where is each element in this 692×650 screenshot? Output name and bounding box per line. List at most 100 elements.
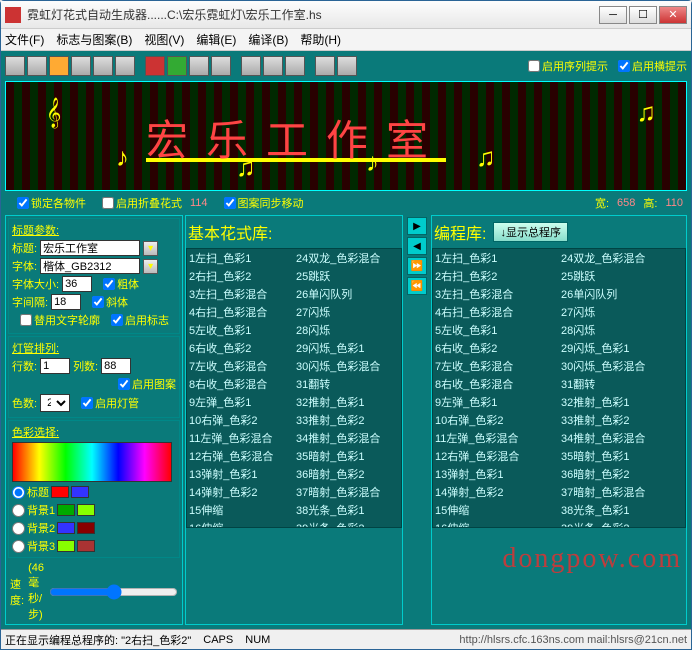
list-item[interactable]: 8右收_色彩混合 [187, 375, 294, 393]
list-item[interactable]: 14弹射_色彩2 [433, 483, 559, 501]
list-item[interactable]: 34推射_色彩混合 [294, 429, 401, 447]
tool-about[interactable] [285, 56, 305, 76]
list-item[interactable]: 5左收_色彩1 [187, 321, 294, 339]
list-item[interactable]: 33推射_色彩2 [294, 411, 401, 429]
check-outline[interactable]: 替用文字轮廓 [20, 312, 100, 328]
tool-pause[interactable] [189, 56, 209, 76]
fontsize-input[interactable] [62, 276, 92, 292]
list-item[interactable]: 35暗射_色彩1 [559, 447, 685, 465]
menu-item[interactable]: 帮助(H) [300, 31, 341, 48]
color-swatch[interactable] [71, 486, 89, 498]
nav-all-left[interactable]: ⏪ [407, 277, 427, 295]
title-input[interactable] [40, 240, 140, 256]
list-item[interactable]: 38光条_色彩1 [559, 501, 685, 519]
list-item[interactable]: 34推射_色彩混合 [559, 429, 685, 447]
list-item[interactable]: 27闪烁 [559, 303, 685, 321]
tool-6[interactable] [115, 56, 135, 76]
list-item[interactable]: 5左收_色彩1 [433, 321, 559, 339]
check-fold[interactable]: 启用折叠花式 [102, 195, 182, 211]
list-item[interactable]: 32推射_色彩1 [294, 393, 401, 411]
color-swatch[interactable] [57, 504, 75, 516]
color-radio[interactable] [12, 540, 25, 553]
list-item[interactable]: 35暗射_色彩1 [294, 447, 401, 465]
menu-item[interactable]: 编辑(E) [196, 31, 236, 48]
nav-all-right[interactable]: ⏩ [407, 257, 427, 275]
list-item[interactable]: 28闪烁 [294, 321, 401, 339]
tool-tools[interactable] [263, 56, 283, 76]
menu-item[interactable]: 标志与图案(B) [56, 31, 132, 48]
tool-save[interactable] [49, 56, 69, 76]
maximize-button[interactable]: ☐ [629, 6, 657, 24]
font-dropdown-icon[interactable]: ▾ [143, 259, 158, 274]
color-swatch[interactable] [57, 522, 75, 534]
tool-extra2[interactable] [337, 56, 357, 76]
color-swatch[interactable] [77, 522, 95, 534]
list-item[interactable]: 31翻转 [559, 375, 685, 393]
tool-play[interactable] [167, 56, 187, 76]
color-radio[interactable] [12, 522, 25, 535]
tool-5[interactable] [93, 56, 113, 76]
list-item[interactable]: 12右弹_色彩混合 [433, 447, 559, 465]
check-sync[interactable]: 图案同步移动 [224, 195, 304, 211]
color-count-select[interactable]: 2 [40, 394, 70, 412]
list-item[interactable]: 1左扫_色彩1 [187, 249, 294, 267]
list-item[interactable]: 2右扫_色彩2 [187, 267, 294, 285]
color-swatch[interactable] [57, 540, 75, 552]
list-item[interactable]: 29闪烁_色彩1 [559, 339, 685, 357]
list-item[interactable]: 6右收_色彩2 [187, 339, 294, 357]
list-item[interactable]: 30闪烁_色彩混合 [559, 357, 685, 375]
check-col-hint[interactable]: 启用序列提示 [528, 58, 608, 74]
tool-new[interactable] [5, 56, 25, 76]
tool-export[interactable] [71, 56, 91, 76]
color-radio[interactable] [12, 486, 25, 499]
color-swatch[interactable] [51, 486, 69, 498]
menu-item[interactable]: 文件(F) [5, 31, 44, 48]
list-item[interactable]: 7左收_色彩混合 [187, 357, 294, 375]
close-button[interactable]: ✕ [659, 6, 687, 24]
list-item[interactable]: 10右弹_色彩2 [433, 411, 559, 429]
color-radio[interactable] [12, 504, 25, 517]
list-item[interactable]: 1左扫_色彩1 [433, 249, 559, 267]
tool-extra1[interactable] [315, 56, 335, 76]
nav-left[interactable]: ◀ [407, 237, 427, 255]
list-item[interactable]: 33推射_色彩2 [559, 411, 685, 429]
tool-record[interactable] [145, 56, 165, 76]
list-item[interactable]: 4右扫_色彩混合 [433, 303, 559, 321]
list-item[interactable]: 11左弹_色彩混合 [433, 429, 559, 447]
color-swatch[interactable] [77, 540, 95, 552]
list-item[interactable]: 32推射_色彩1 [559, 393, 685, 411]
list-item[interactable]: 14弹射_色彩2 [187, 483, 294, 501]
list-item[interactable]: 26单闪队列 [559, 285, 685, 303]
list-item[interactable]: 24双龙_色彩混合 [294, 249, 401, 267]
list-item[interactable]: 39光条_色彩2 [294, 519, 401, 528]
list-item[interactable]: 8右收_色彩混合 [433, 375, 559, 393]
list-item[interactable]: 26单闪队列 [294, 285, 401, 303]
pattern-listbox[interactable]: 1左扫_色彩12右扫_色彩23左扫_色彩混合4右扫_色彩混合5左收_色彩16右收… [186, 248, 402, 528]
list-item[interactable]: 11左弹_色彩混合 [187, 429, 294, 447]
menu-item[interactable]: 视图(V) [144, 31, 184, 48]
check-lock[interactable]: 锁定各物件 [17, 195, 86, 211]
font-input[interactable] [40, 258, 140, 274]
list-item[interactable]: 30闪烁_色彩混合 [294, 357, 401, 375]
check-tube[interactable]: 启用灯管 [81, 395, 139, 411]
list-item[interactable]: 39光条_色彩2 [559, 519, 685, 528]
list-item[interactable]: 37暗射_色彩混合 [559, 483, 685, 501]
list-item[interactable]: 3左扫_色彩混合 [187, 285, 294, 303]
list-item[interactable]: 27闪烁 [294, 303, 401, 321]
minimize-button[interactable]: ─ [599, 6, 627, 24]
program-listbox[interactable]: 1左扫_色彩12右扫_色彩23左扫_色彩混合4右扫_色彩混合5左收_色彩16右收… [432, 248, 686, 528]
rows-input[interactable] [40, 358, 70, 374]
tool-settings[interactable] [241, 56, 261, 76]
color-spectrum[interactable] [12, 442, 172, 482]
list-item[interactable]: 36暗射_色彩2 [294, 465, 401, 483]
check-bold[interactable]: 粗体 [103, 276, 139, 292]
list-item[interactable]: 2右扫_色彩2 [433, 267, 559, 285]
cols-input[interactable] [101, 358, 131, 374]
check-pattern[interactable]: 启用图案 [118, 376, 176, 392]
title-dropdown-icon[interactable]: ▾ [143, 241, 158, 256]
list-item[interactable]: 25跳跃 [559, 267, 685, 285]
nav-right[interactable]: ▶ [407, 217, 427, 235]
list-item[interactable]: 37暗射_色彩混合 [294, 483, 401, 501]
list-item[interactable]: 10右弹_色彩2 [187, 411, 294, 429]
list-item[interactable]: 31翻转 [294, 375, 401, 393]
